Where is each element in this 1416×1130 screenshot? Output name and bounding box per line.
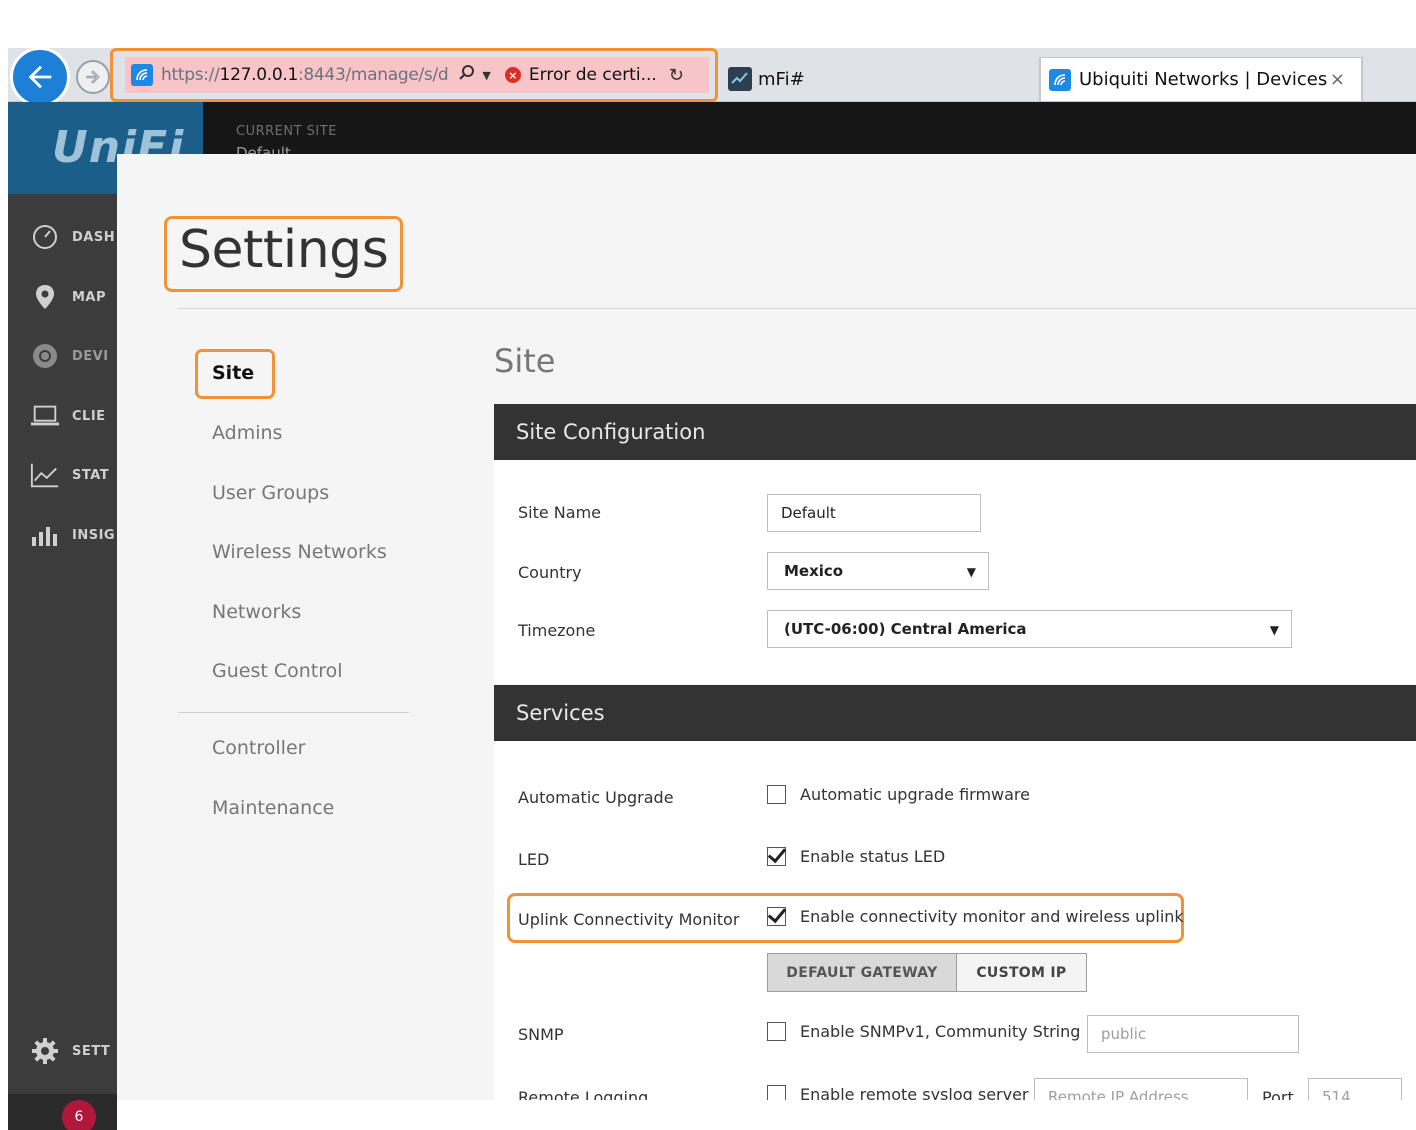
arrow-right-icon	[86, 70, 100, 84]
url-text: https://127.0.0.1:8443/manage/s/d	[161, 65, 449, 85]
certificate-error-icon: ×	[504, 67, 521, 83]
tab-ubiquiti-devices[interactable]: Ubiquiti Networks | Devices ×	[1040, 57, 1362, 101]
dashboard-icon	[30, 222, 60, 252]
tab-mfi[interactable]: mFi#	[724, 57, 1040, 101]
back-button[interactable]	[10, 47, 70, 107]
page-title-highlight	[164, 216, 403, 292]
unifi-favicon-icon	[1049, 68, 1071, 91]
sidebar-item-devices[interactable]: DEVI	[30, 341, 109, 371]
subnav-item-networks[interactable]: Networks	[212, 601, 301, 623]
mfi-favicon-icon	[728, 67, 752, 91]
port-input[interactable]: 514	[1308, 1078, 1402, 1100]
refresh-icon[interactable]: ↻	[669, 65, 684, 86]
sidebar-item-map[interactable]: MAP	[30, 282, 106, 312]
uplink-monitor-checkbox[interactable]	[767, 907, 786, 926]
timezone-select[interactable]: (UTC-06:00) Central America ▼	[767, 610, 1292, 648]
uplink-monitor-label: Uplink Connectivity Monitor	[518, 910, 740, 929]
sidebar-item-settings[interactable]: SETT	[30, 1036, 110, 1066]
port-label: Port	[1262, 1088, 1294, 1100]
automatic-upgrade-checkbox[interactable]	[767, 785, 786, 804]
custom-ip-button[interactable]: CUSTOM IP	[956, 954, 1086, 991]
subnav-item-admins[interactable]: Admins	[212, 422, 282, 444]
automatic-upgrade-label: Automatic Upgrade	[518, 788, 674, 807]
current-site-label: CURRENT SITE	[236, 124, 337, 139]
uplink-target-toggle: DEFAULT GATEWAY CUSTOM IP	[767, 953, 1087, 992]
subnav-item-wireless-networks[interactable]: Wireless Networks	[212, 541, 387, 563]
chevron-down-icon: ▼	[1269, 623, 1279, 637]
line-chart-icon	[30, 460, 60, 490]
country-label: Country	[518, 563, 582, 582]
site-configuration-header: Site Configuration	[494, 404, 1416, 460]
subnav-item-controller[interactable]: Controller	[212, 737, 305, 759]
subnav-item-maintenance[interactable]: Maintenance	[212, 797, 334, 819]
status-led-option[interactable]: Enable status LED	[767, 847, 945, 866]
section-heading: Site	[494, 342, 556, 380]
snmp-community-input[interactable]: public	[1087, 1015, 1299, 1053]
address-bar[interactable]: https://127.0.0.1:8443/manage/s/d ▼ × Er…	[110, 48, 718, 102]
country-select[interactable]: Mexico ▼	[767, 552, 989, 590]
remote-ip-input[interactable]: Remote IP Address	[1034, 1078, 1248, 1100]
subnav-item-user-groups[interactable]: User Groups	[212, 482, 329, 504]
arrow-left-icon	[28, 65, 52, 89]
new-tab-button[interactable]	[1362, 57, 1404, 101]
timezone-label: Timezone	[518, 621, 596, 640]
sidebar-item-insights[interactable]: INSIG	[30, 520, 115, 550]
divider	[178, 308, 1416, 309]
snmp-checkbox[interactable]	[767, 1022, 786, 1041]
services-header: Services	[494, 685, 1416, 741]
remote-logging-label: Remote Logging	[518, 1088, 649, 1100]
unifi-favicon-icon	[131, 64, 153, 86]
tab-title: mFi#	[758, 68, 805, 90]
remote-logging-checkbox[interactable]	[767, 1085, 786, 1100]
map-pin-icon	[30, 282, 60, 312]
dropdown-caret-icon[interactable]: ▼	[482, 69, 490, 82]
uplink-monitor-option[interactable]: Enable connectivity monitor and wireless…	[767, 907, 1184, 926]
sidebar-item-clients[interactable]: CLIE	[30, 401, 106, 431]
remote-logging-option[interactable]: Enable remote syslog server	[767, 1085, 1029, 1100]
screen: https://127.0.0.1:8443/manage/s/d ▼ × Er…	[0, 0, 1416, 1130]
forward-button[interactable]	[76, 60, 110, 94]
snmp-label: SNMP	[518, 1025, 564, 1044]
default-gateway-button[interactable]: DEFAULT GATEWAY	[768, 954, 957, 991]
sidebar-item-statistics[interactable]: STAT	[30, 460, 109, 490]
bar-chart-icon	[30, 520, 60, 550]
snmp-option[interactable]: Enable SNMPv1, Community String	[767, 1022, 1080, 1041]
led-label: LED	[518, 850, 550, 869]
site-name-input[interactable]: Default	[767, 494, 981, 532]
gear-icon	[30, 1036, 60, 1066]
remote-logging-row: Remote Logging Enable remote syslog serv…	[494, 1076, 1416, 1100]
status-led-checkbox[interactable]	[767, 847, 786, 866]
sidebar-item-dashboard[interactable]: DASH	[30, 222, 115, 252]
certificate-error-text[interactable]: Error de certi...	[529, 65, 657, 85]
panel-footer	[117, 1100, 1416, 1130]
subnav-item-guest-control[interactable]: Guest Control	[212, 660, 343, 682]
notification-badge[interactable]: 6	[62, 1100, 96, 1130]
tab-title: Ubiquiti Networks | Devices	[1079, 69, 1328, 90]
subnav-active-highlight	[195, 349, 275, 399]
close-tab-icon[interactable]: ×	[1330, 69, 1345, 90]
subnav-divider	[178, 712, 409, 713]
chevron-down-icon: ▼	[966, 565, 976, 579]
search-icon[interactable]	[458, 64, 476, 87]
site-name-label: Site Name	[518, 503, 602, 522]
automatic-upgrade-option[interactable]: Automatic upgrade firmware	[767, 785, 1030, 804]
devices-icon	[30, 341, 60, 371]
laptop-icon	[30, 401, 60, 431]
